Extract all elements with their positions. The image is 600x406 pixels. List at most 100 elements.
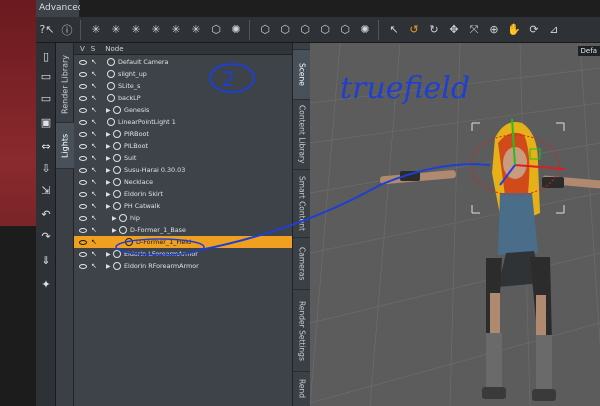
scene-node-row[interactable]: ↖ backLP	[74, 92, 292, 104]
tab-render[interactable]: Rend	[293, 371, 311, 406]
help-icon[interactable]: ⓘ	[58, 21, 76, 39]
visibility-eye-icon[interactable]	[79, 215, 87, 221]
geometry-editor-icon[interactable]: ⊿	[545, 21, 563, 39]
selectable-cursor-icon[interactable]: ↖	[91, 82, 97, 90]
node-icon[interactable]: ⬡	[207, 21, 225, 39]
tab-lights[interactable]: Lights	[56, 123, 74, 169]
dformer-icon[interactable]: ⬡	[276, 21, 294, 39]
weight-map-icon[interactable]: ⬡	[336, 21, 354, 39]
scene-node-row[interactable]: ↖ LinearPointLight 1	[74, 116, 292, 128]
scene-node-row[interactable]: ↖ ▶ Genesis	[74, 104, 292, 116]
whats-this-icon[interactable]: ?↖	[38, 21, 56, 39]
node-column-header[interactable]: Node	[105, 45, 123, 53]
expand-arrow-icon[interactable]: ▶	[112, 215, 117, 222]
viewport-camera-label[interactable]: Defa	[577, 46, 600, 56]
visibility-eye-icon[interactable]	[79, 239, 87, 245]
tab-content-library[interactable]: Content Library	[293, 99, 311, 169]
scene-node-row[interactable]: ↖ ▶ PH Catwalk	[74, 200, 292, 212]
open-folder-icon[interactable]: ▭	[38, 69, 54, 85]
selectable-cursor-icon[interactable]: ↖	[91, 226, 97, 234]
node-select-icon[interactable]: ↺	[405, 21, 423, 39]
expand-arrow-icon[interactable]: ▶	[106, 167, 111, 174]
selectable-cursor-icon[interactable]: ↖	[91, 190, 97, 198]
selectable-cursor-icon[interactable]: ↖	[91, 70, 97, 78]
selectable-cursor-icon[interactable]: ↖	[91, 142, 97, 150]
visibility-eye-icon[interactable]	[79, 71, 87, 77]
scene-node-row[interactable]: ↖ ▶ Susu-Harai 0.30.03	[74, 164, 292, 176]
visibility-eye-icon[interactable]	[79, 155, 87, 161]
scene-node-row[interactable]: ↖ ▶ hip	[74, 212, 292, 224]
expand-arrow-icon[interactable]: ▶	[106, 191, 111, 198]
scene-node-row[interactable]: ↖ ▶ D-Former_1_Base	[74, 224, 292, 236]
selectable-cursor-icon[interactable]: ↖	[91, 238, 97, 246]
undo-icon[interactable]: ↶	[38, 207, 54, 223]
scene-node-row[interactable]: ↖ D-Former_1_Field	[74, 236, 292, 248]
visibility-eye-icon[interactable]	[79, 131, 87, 137]
scene-node-row[interactable]: ↖ SLite_s	[74, 80, 292, 92]
selectable-cursor-icon[interactable]: ↖	[91, 94, 97, 102]
scene-node-row[interactable]: ↖ ▶ Eldorin LForearmArmor	[74, 248, 292, 260]
selectable-cursor-icon[interactable]: ↖	[91, 214, 97, 222]
scene-node-row[interactable]: ↖ slight_up	[74, 68, 292, 80]
universal-tool-icon[interactable]: ⤧	[465, 21, 483, 39]
tab-scene[interactable]: Scene	[293, 49, 311, 99]
visibility-eye-icon[interactable]	[79, 203, 87, 209]
expand-arrow-icon[interactable]: ▶	[106, 251, 111, 258]
selectable-cursor-icon[interactable]: ↖	[91, 250, 97, 258]
hub-icon[interactable]: ✦	[38, 277, 54, 293]
visibility-eye-icon[interactable]	[79, 59, 87, 65]
expand-arrow-icon[interactable]: ▶	[106, 203, 111, 210]
scale-tool-icon[interactable]: ⊕	[485, 21, 503, 39]
tab-render-library[interactable]: Render Library	[56, 47, 74, 123]
new-file-icon[interactable]: ▯	[38, 49, 54, 65]
scene-node-row[interactable]: ↖ Default Camera	[74, 56, 292, 68]
visibility-eye-icon[interactable]	[79, 263, 87, 269]
expand-arrow-icon[interactable]: ▶	[106, 107, 111, 114]
expand-arrow-icon[interactable]: ▶	[112, 227, 117, 234]
selectable-cursor-icon[interactable]: ↖	[91, 178, 97, 186]
visibility-eye-icon[interactable]	[79, 83, 87, 89]
scene-node-row[interactable]: ↖ ▶ Necklace	[74, 176, 292, 188]
tab-smart-content[interactable]: Smart Content	[293, 169, 311, 237]
visibility-eye-icon[interactable]	[79, 167, 87, 173]
visibility-eye-icon[interactable]	[79, 179, 87, 185]
advanced-tab[interactable]: Advanced	[36, 0, 83, 17]
selectable-cursor-icon[interactable]: ↖	[91, 166, 97, 174]
selectable-column-header[interactable]: S	[91, 45, 95, 53]
scene-node-row[interactable]: ↖ ▶ Eldorin RForearmArmor	[74, 260, 292, 272]
expand-arrow-icon[interactable]: ▶	[106, 155, 111, 162]
visibility-eye-icon[interactable]	[79, 227, 87, 233]
active-pose-icon[interactable]: ✋	[505, 21, 523, 39]
rotate-tool-icon[interactable]: ↻	[425, 21, 443, 39]
light-tool-icon[interactable]: ✳	[87, 21, 105, 39]
selectable-cursor-icon[interactable]: ↖	[91, 118, 97, 126]
visibility-eye-icon[interactable]	[79, 119, 87, 125]
visibility-eye-icon[interactable]	[79, 107, 87, 113]
selectable-cursor-icon[interactable]: ↖	[91, 106, 97, 114]
visibility-eye-icon[interactable]	[79, 191, 87, 197]
expand-arrow-icon[interactable]: ▶	[106, 143, 111, 150]
expand-arrow-icon[interactable]: ▶	[106, 263, 111, 270]
download-icon[interactable]: ⇓	[38, 253, 54, 269]
scene-node-row[interactable]: ↖ ▶ Eldorin Skirt	[74, 188, 292, 200]
visibility-eye-icon[interactable]	[79, 251, 87, 257]
camera-icon[interactable]: ✳	[167, 21, 185, 39]
translate-tool-icon[interactable]: ✥	[445, 21, 463, 39]
selectable-cursor-icon[interactable]: ↖	[91, 202, 97, 210]
3d-viewport[interactable]: Defa	[310, 43, 600, 406]
lamp-icon[interactable]: ✳	[187, 21, 205, 39]
scene-node-row[interactable]: ↖ ▶ Suit	[74, 152, 292, 164]
sphere-icon[interactable]: ⬡	[316, 21, 334, 39]
redo-icon[interactable]: ↷	[38, 229, 54, 245]
scene-node-row[interactable]: ↖ ▶ PILBoot	[74, 140, 292, 152]
point-light-icon[interactable]: ✳	[127, 21, 145, 39]
selectable-cursor-icon[interactable]: ↖	[91, 58, 97, 66]
tab-cameras[interactable]: Cameras	[293, 237, 311, 289]
selectable-cursor-icon[interactable]: ↖	[91, 154, 97, 162]
import-icon[interactable]: ⇩	[38, 161, 54, 177]
distant-light-icon[interactable]: ✳	[147, 21, 165, 39]
joint-editor-icon[interactable]: ⟳	[525, 21, 543, 39]
merge-folder-icon[interactable]: ▭	[38, 91, 54, 107]
visible-column-header[interactable]: V	[80, 45, 85, 53]
selectable-cursor-icon[interactable]: ↖	[91, 262, 97, 270]
